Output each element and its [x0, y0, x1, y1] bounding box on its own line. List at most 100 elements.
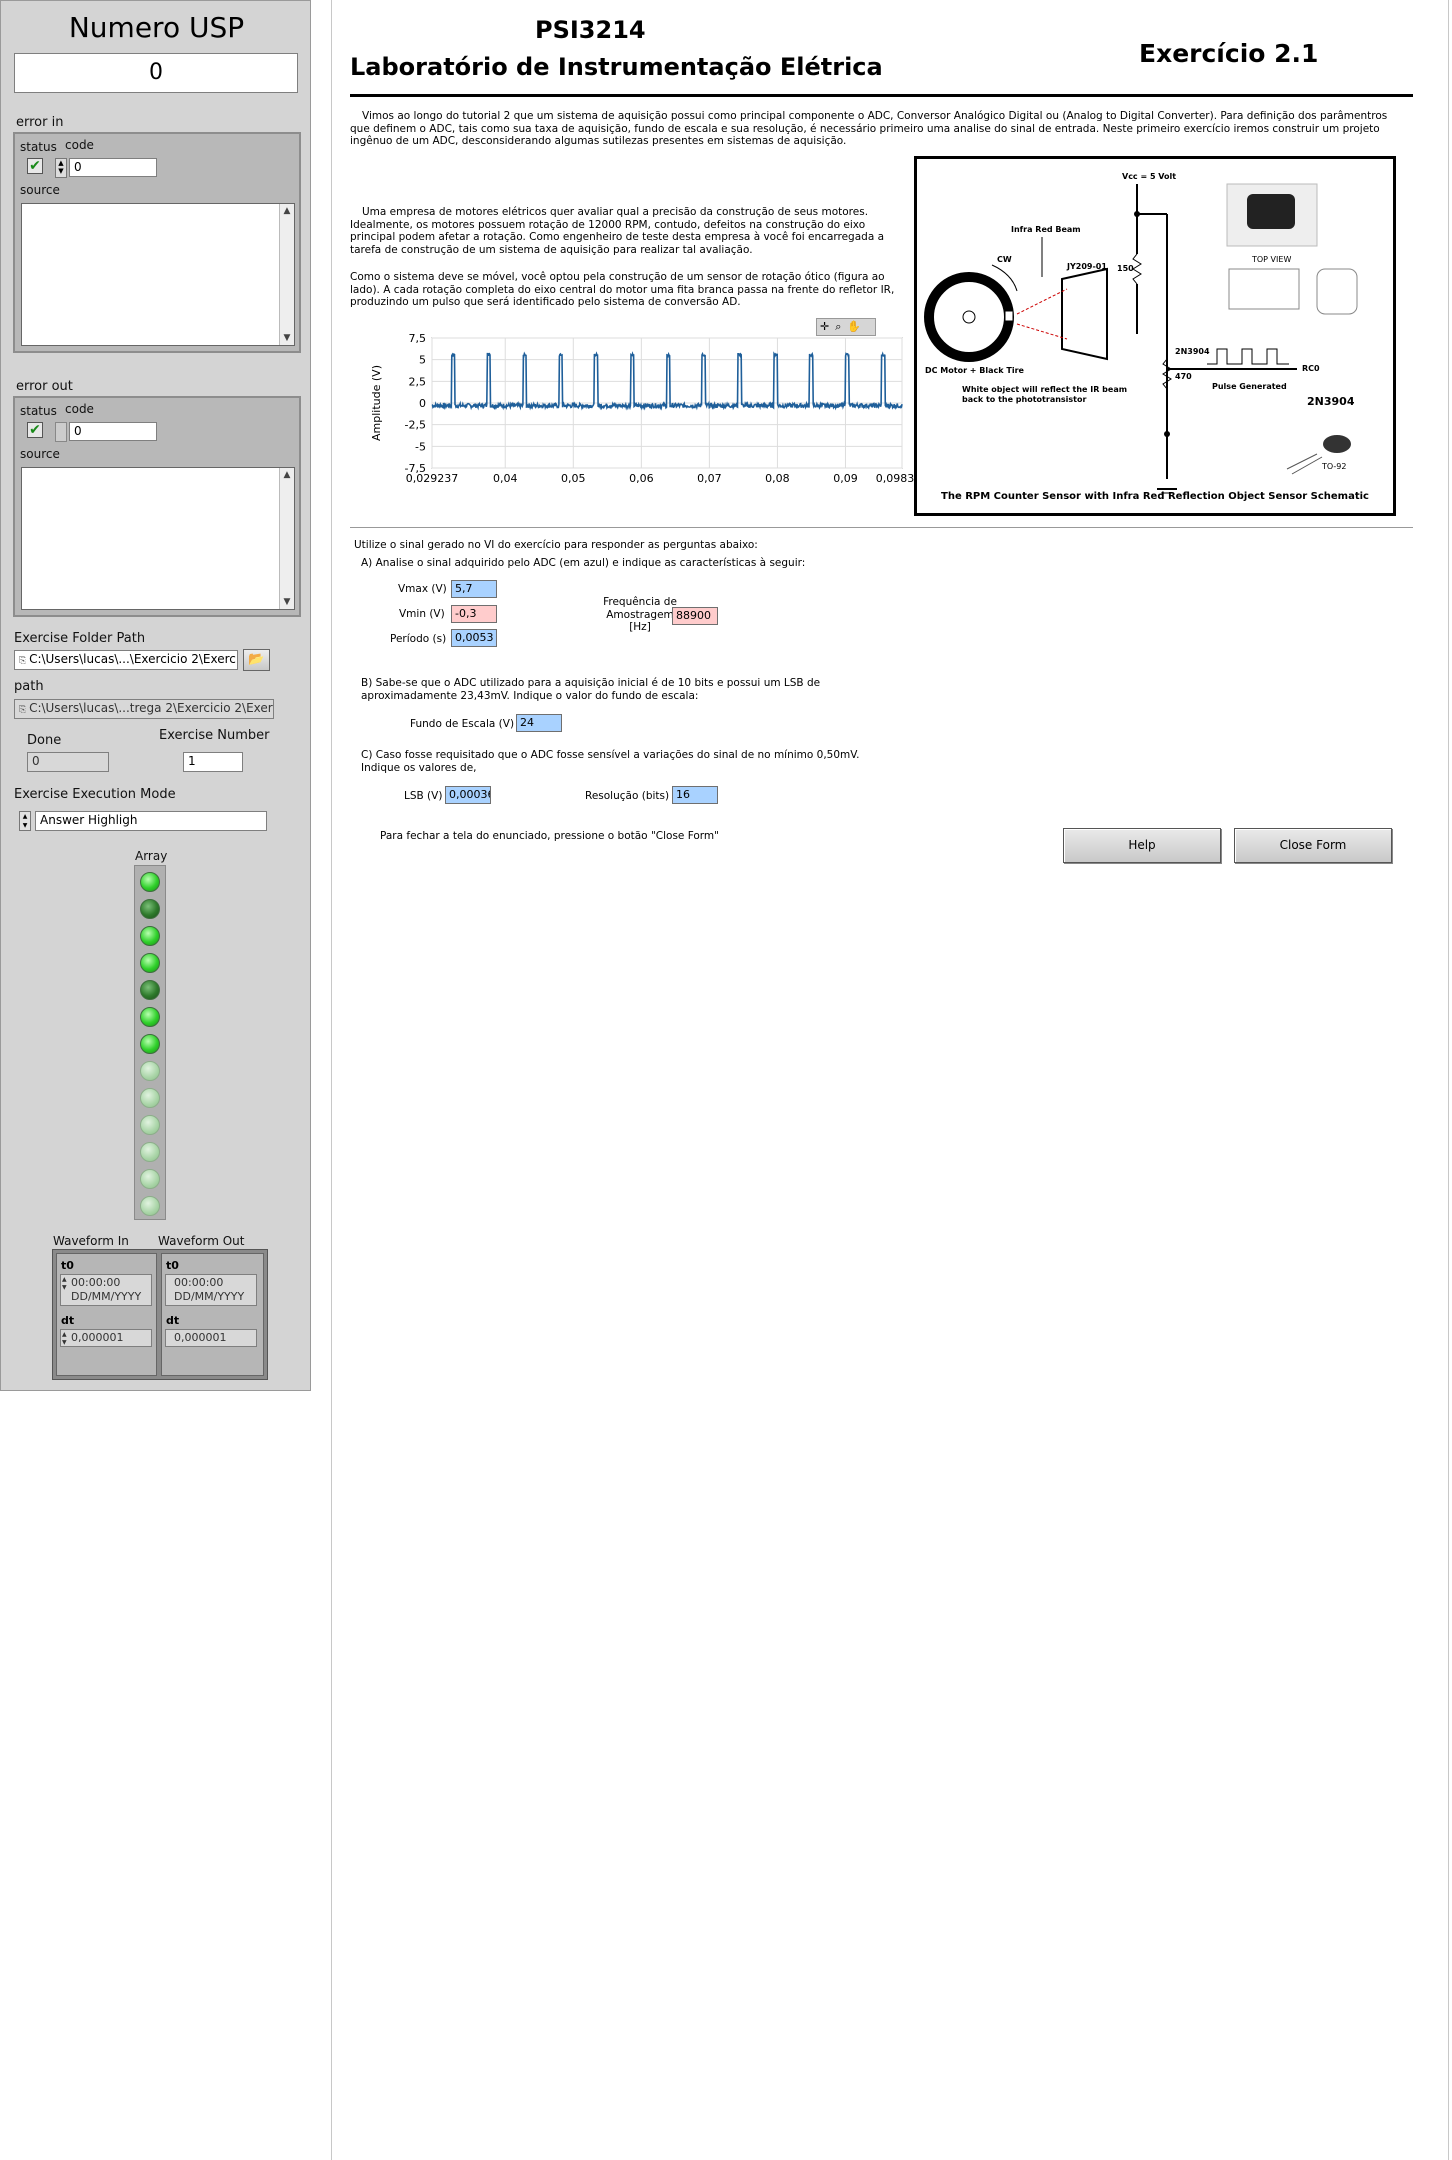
- vmax-label: Vmax (V): [398, 583, 447, 595]
- exercise-folder-path-input[interactable]: ⎘ C:\Users\lucas\...\Exercicio 2\Exercis…: [14, 650, 238, 670]
- exercise-folder-path-value: C:\Users\lucas\...\Exercicio 2\Exercises: [29, 652, 238, 666]
- question-a: A) Analise o sinal adquirido pelo ADC (e…: [361, 557, 806, 569]
- y-tick-label: -2,5: [405, 419, 426, 432]
- transistor-label: 2N3904: [1175, 347, 1210, 356]
- sensor-schematic-figure: DC Motor + Black Tire CW Infra Red Beam …: [914, 156, 1396, 516]
- cw-label: CW: [997, 255, 1012, 264]
- y-tick-label: -5: [415, 440, 426, 453]
- waveform-out-label: Waveform Out: [158, 1234, 245, 1248]
- freq-input[interactable]: 88900: [672, 607, 718, 625]
- waveform-in-t0-label: t0: [61, 1259, 74, 1272]
- header-divider: [350, 94, 1413, 97]
- error-out-label: error out: [16, 379, 73, 394]
- led-4: [140, 980, 160, 1000]
- vmin-input[interactable]: -0,3: [451, 605, 497, 623]
- error-in-code-stepper[interactable]: ▲ ▼: [55, 158, 67, 178]
- led-0: [140, 872, 160, 892]
- exercise-folder-label: Exercise Folder Path: [14, 631, 146, 646]
- waveform-in-t0-time: 00:00:00: [71, 1276, 121, 1289]
- resolucao-label: Resolução (bits): [585, 790, 670, 802]
- help-button[interactable]: Help: [1063, 828, 1221, 863]
- vcc-label: Vcc = 5 Volt: [1122, 172, 1176, 181]
- lsb-label: LSB (V): [404, 790, 443, 802]
- led-9: [140, 1115, 160, 1135]
- questions-intro: Utilize o sinal gerado no VI do exercíci…: [354, 539, 758, 551]
- exercise-title: Exercício 2.1: [1139, 39, 1319, 68]
- r1-label: 150: [1117, 264, 1134, 273]
- error-in-status-check-icon[interactable]: ✔: [27, 158, 43, 174]
- error-out-source-label: source: [20, 447, 60, 461]
- lsb-input[interactable]: 0,00036: [445, 786, 491, 804]
- lab-title: Laboratório de Instrumentação Elétrica: [350, 53, 883, 81]
- path-label: path: [14, 679, 44, 694]
- error-out-status-check-icon: ✔: [27, 422, 43, 438]
- error-out-status-label: status: [20, 404, 57, 418]
- motor-caption: DC Motor + Black Tire: [925, 366, 1025, 375]
- exercise-number-input[interactable]: 1: [183, 752, 243, 772]
- problem-paragraph-2: Como o sistema deve se móvel, você optou…: [350, 271, 895, 308]
- x-tick-label: 0,09: [833, 472, 858, 485]
- waveform-clusters: t0 ▲ ▼ 00:00:00 DD/MM/YYYY dt ▲ ▼ 0,000001…: [52, 1249, 268, 1380]
- error-out-cluster: status code ✔ 0 source ▲ ▼: [13, 396, 301, 617]
- y-tick-label: 7,5: [409, 332, 427, 345]
- figure-caption: The RPM Counter Sensor with Infra Red Re…: [941, 491, 1369, 502]
- waveform-in-dt-value: 0,000001: [71, 1331, 124, 1344]
- waveform-out-dt-display: 0,000001: [165, 1329, 257, 1347]
- waveform-in-dt-label: dt: [61, 1314, 75, 1327]
- led-3: [140, 953, 160, 973]
- fundo-input[interactable]: 24: [516, 714, 562, 732]
- exercise-number-label: Exercise Number: [159, 728, 270, 743]
- intro-text: Vimos ao longo do tutorial 2 que um sist…: [350, 110, 1388, 147]
- question-c: C) Caso fosse requisitado que o ADC foss…: [361, 749, 860, 774]
- vmax-input[interactable]: 5,7: [451, 580, 497, 598]
- waveform-out-cluster: t0 00:00:00 DD/MM/YYYY dt 0,000001: [161, 1253, 264, 1376]
- transistor-big-label: 2N3904: [1307, 395, 1355, 408]
- error-in-source-textarea[interactable]: ▲ ▼: [21, 203, 295, 346]
- waveform-in-t0-input[interactable]: ▲ ▼ 00:00:00 DD/MM/YYYY: [60, 1274, 152, 1306]
- execution-mode-select[interactable]: Answer Highligh: [35, 811, 267, 831]
- led-1: [140, 899, 160, 919]
- error-out-source-textarea: ▲ ▼: [21, 467, 295, 610]
- amplitude-waveform-chart: 0,029237 0,04 0,05 0,06 0,07 0,08 0,09 0,098305…: [370, 332, 928, 485]
- error-in-code-input[interactable]: 0: [69, 158, 157, 177]
- waveform-out-t0-date: DD/MM/YYYY: [174, 1290, 245, 1303]
- top-view-label: TOP VIEW: [1251, 255, 1291, 264]
- problem-paragraph-1: Uma empresa de motores elétricos quer av…: [350, 206, 885, 256]
- led-5: [140, 1007, 160, 1027]
- close-form-button[interactable]: Close Form: [1234, 828, 1392, 863]
- y-tick-label: 2,5: [409, 375, 427, 388]
- waveform-out-t0-display: 00:00:00 DD/MM/YYYY: [165, 1274, 257, 1306]
- rpm-sensor-schematic: DC Motor + Black Tire CW Infra Red Beam …: [924, 172, 1369, 502]
- error-out-code-indicator-stub: [55, 422, 67, 442]
- browse-folder-icon[interactable]: 📂: [243, 649, 270, 671]
- y-tick-label: 0: [419, 397, 426, 410]
- rc0-label: RC0: [1302, 364, 1320, 373]
- led-12: [140, 1196, 160, 1216]
- close-note: Para fechar a tela do enunciado, pressio…: [380, 830, 719, 842]
- done-label: Done: [27, 733, 62, 748]
- resolucao-input[interactable]: 16: [672, 786, 718, 804]
- white-object-note-1: White object will reflect the IR beam: [962, 385, 1127, 394]
- y-axis-label: Amplitude (V): [370, 365, 383, 441]
- waveform-out-t0-time: 00:00:00: [174, 1276, 224, 1289]
- waveform-in-dt-input[interactable]: ▲ ▼ 0,000001: [60, 1329, 152, 1347]
- periodo-input[interactable]: 0,0053: [451, 629, 497, 647]
- error-out-code-label: code: [65, 402, 94, 416]
- led-array: [134, 865, 166, 1220]
- numero-usp-input[interactable]: 0: [14, 53, 298, 93]
- led-11: [140, 1169, 160, 1189]
- error-out-scrollbar[interactable]: ▲ ▼: [279, 468, 294, 609]
- execution-mode-stepper[interactable]: ▲ ▼: [19, 811, 31, 831]
- execution-mode-label: Exercise Execution Mode: [14, 787, 176, 802]
- course-code: PSI3214: [535, 16, 646, 44]
- waveform-out-t0-label: t0: [166, 1259, 179, 1272]
- question-b: B) Sabe-se que o ADC utilizado para a aq…: [361, 677, 821, 702]
- r2-label: 470: [1175, 372, 1192, 381]
- error-in-cluster: status code ✔ ▲ ▼ 0 source ▲ ▼: [13, 132, 301, 353]
- error-in-code-label: code: [65, 138, 94, 152]
- path-value: C:\Users\lucas\...trega 2\Exercicio 2\Ex…: [29, 701, 273, 715]
- white-object-note-2: back to the phototransistor: [962, 395, 1086, 404]
- periodo-label: Período (s): [390, 633, 447, 645]
- error-in-scrollbar[interactable]: ▲ ▼: [279, 204, 294, 345]
- y-tick-label: -7,5: [405, 462, 426, 475]
